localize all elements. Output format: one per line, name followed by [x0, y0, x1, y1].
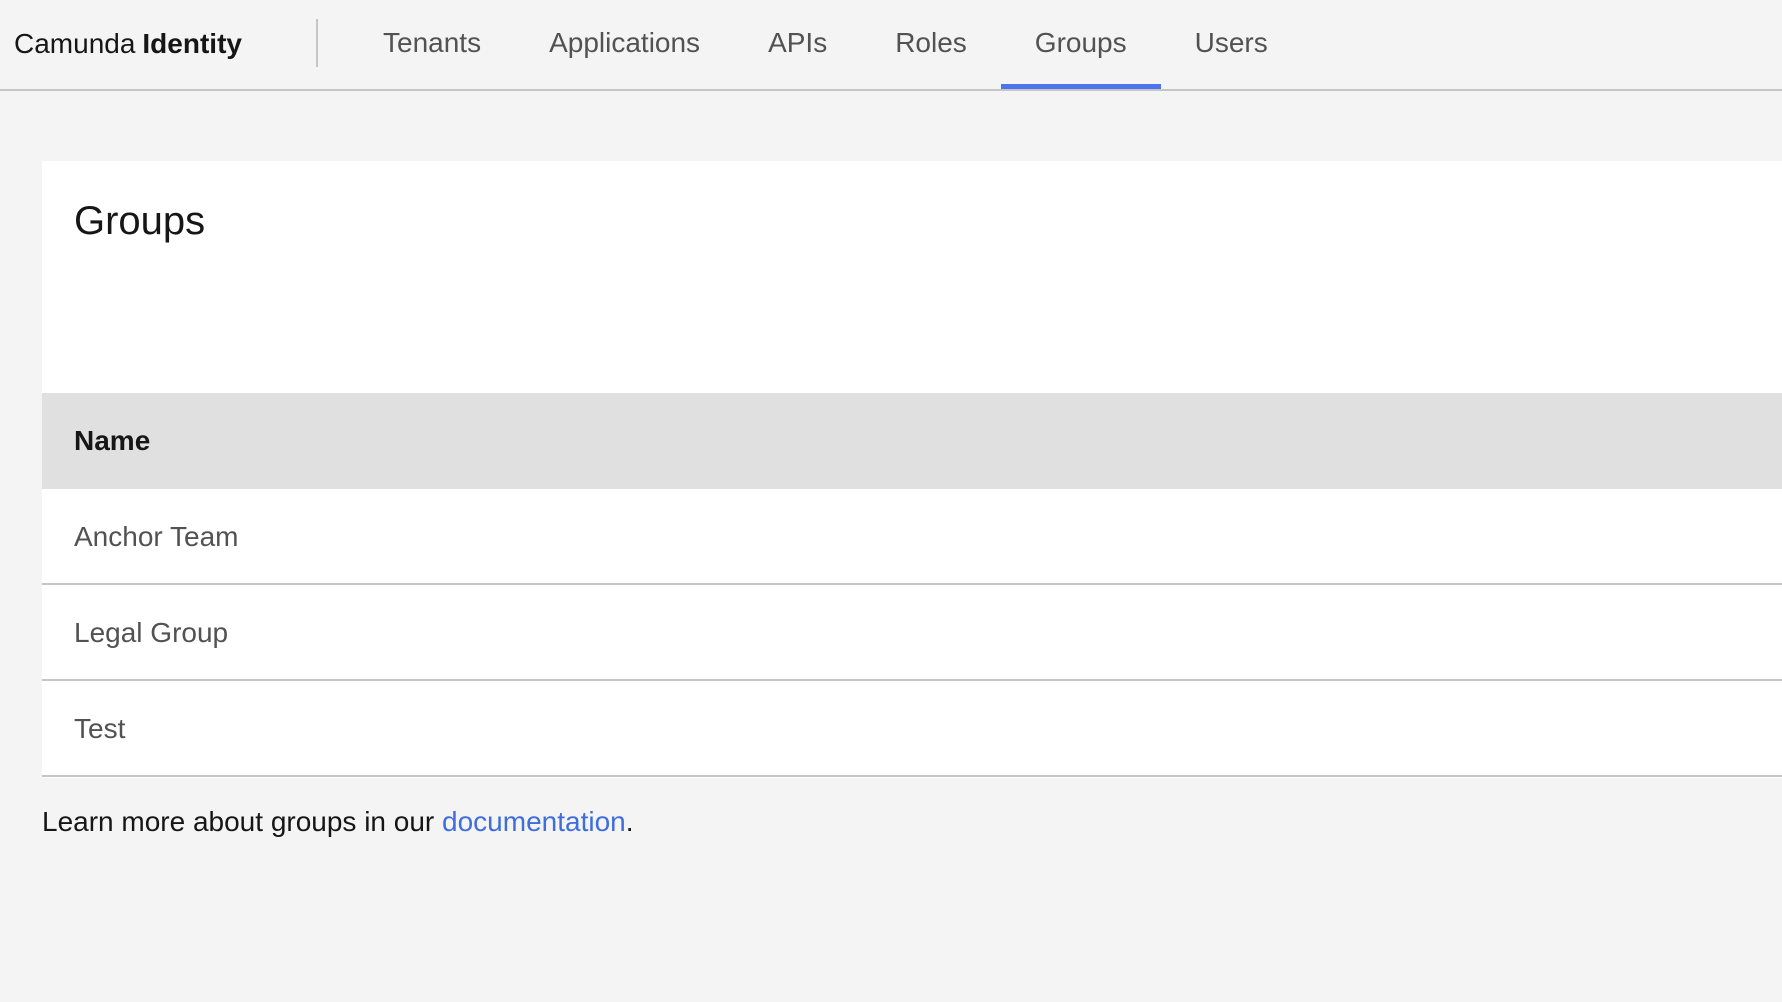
app-brand[interactable]: Camunda Identity: [14, 0, 242, 89]
footer-note: Learn more about groups in our documenta…: [42, 806, 634, 838]
tab-tenants[interactable]: Tenants: [349, 0, 515, 89]
footer-text-after: .: [625, 806, 634, 837]
tab-apis[interactable]: APIs: [734, 0, 861, 89]
table-row[interactable]: Test: [42, 681, 1782, 777]
tab-roles[interactable]: Roles: [861, 0, 1001, 89]
top-header: Camunda Identity Tenants Applications API…: [0, 0, 1782, 91]
table-row[interactable]: Anchor Team: [42, 489, 1782, 585]
tab-users[interactable]: Users: [1161, 0, 1302, 89]
groups-card: Groups Name Anchor Team Legal Group Test: [42, 161, 1782, 778]
brand-divider: [316, 19, 318, 67]
page-title: Groups: [74, 199, 206, 243]
documentation-link[interactable]: documentation: [442, 806, 626, 837]
column-header-name[interactable]: Name: [42, 393, 1782, 489]
tab-applications[interactable]: Applications: [515, 0, 734, 89]
table-row[interactable]: Legal Group: [42, 585, 1782, 681]
brand-prefix: Camunda: [14, 28, 136, 59]
brand-strong: Identity: [142, 28, 242, 59]
main-nav: Tenants Applications APIs Roles Groups U…: [349, 0, 1302, 89]
footer-text-before: Learn more about groups in our: [42, 806, 443, 837]
tab-groups[interactable]: Groups: [1000, 0, 1161, 89]
groups-table: Name Anchor Team Legal Group Test: [42, 393, 1782, 777]
